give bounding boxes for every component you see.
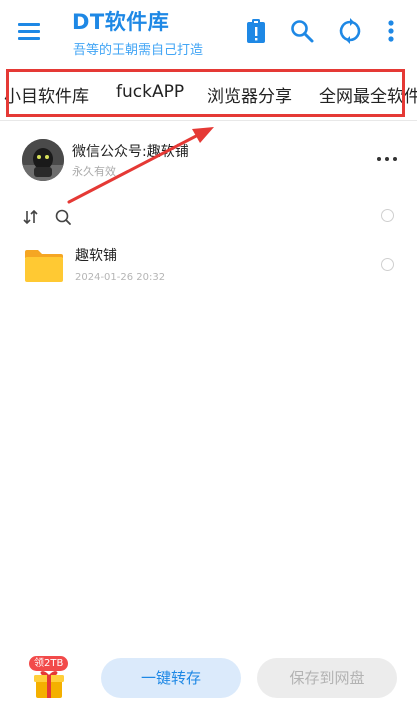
- tab-full-software[interactable]: 全网最全软件: [319, 82, 417, 107]
- gift-badge: 领2TB: [29, 656, 69, 671]
- search-files-icon[interactable]: [54, 208, 72, 226]
- more-options-icon[interactable]: [374, 150, 400, 166]
- share-name: 微信公众号:趣软铺: [72, 144, 189, 160]
- app-title: DT软件库: [72, 10, 170, 34]
- tab-fuckapp[interactable]: fuckAPP: [116, 82, 184, 102]
- app-bar: DT软件库 吾等的王朝需自己打造: [0, 0, 417, 64]
- file-date: 2024-01-26 20:32: [75, 272, 166, 283]
- tab-xiaomu[interactable]: 小目软件库: [4, 82, 89, 107]
- tabs-divider: [0, 120, 417, 121]
- menu-icon[interactable]: [17, 21, 41, 41]
- gift-button[interactable]: 领2TB: [28, 656, 70, 702]
- app-subtitle: 吾等的王朝需自己打造: [73, 43, 204, 58]
- list-item[interactable]: 趣软铺 2024-01-26 20:32: [0, 236, 417, 294]
- tabs-strip: 小目软件库 fuckAPP 浏览器分享 全网最全软件: [0, 70, 417, 116]
- share-validity: 永久有效: [72, 165, 116, 178]
- tab-browser-share[interactable]: 浏览器分享: [207, 82, 292, 107]
- row-checkbox[interactable]: [381, 258, 394, 271]
- avatar: [22, 139, 64, 181]
- search-icon[interactable]: [289, 18, 315, 44]
- sync-icon[interactable]: [337, 18, 363, 44]
- one-click-save-button[interactable]: 一键转存: [101, 658, 241, 698]
- folder-icon: [24, 247, 64, 283]
- file-name: 趣软铺: [75, 248, 117, 264]
- select-all-checkbox[interactable]: [381, 209, 394, 222]
- sort-icon[interactable]: [22, 208, 40, 226]
- clipboard-alert-icon[interactable]: [243, 18, 269, 44]
- save-to-disk-button[interactable]: 保存到网盘: [257, 658, 397, 698]
- more-vert-icon[interactable]: [384, 18, 398, 44]
